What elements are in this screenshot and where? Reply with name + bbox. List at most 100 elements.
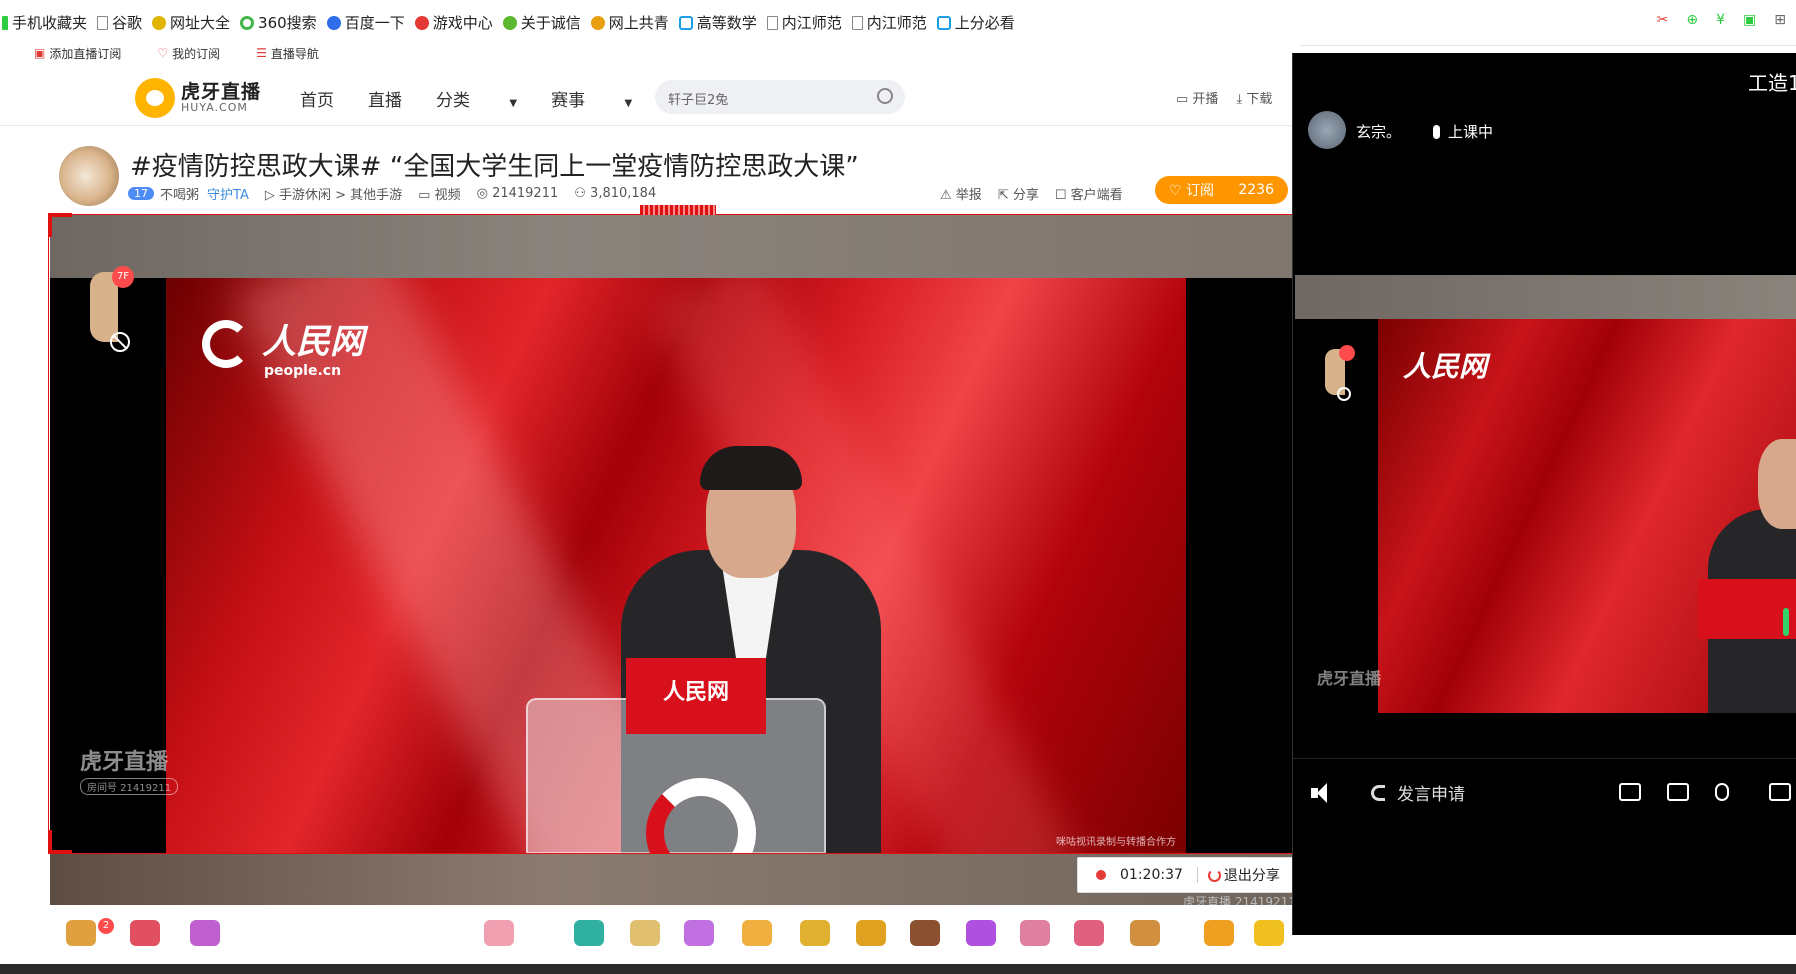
chevron-down-icon: ▼	[624, 98, 633, 109]
gift-item-icon[interactable]	[630, 920, 660, 946]
room-meta: 17 不喝粥 守护TA ▷ 手游休闲 > 其他手游 ▭ 视频 ◎ 2141921…	[128, 184, 656, 203]
heart-icon: ♡	[1169, 183, 1182, 199]
client-watch-button[interactable]: ☐ 客户端看	[1055, 184, 1123, 203]
report-button[interactable]: ⚠ 举报	[940, 184, 982, 203]
extension-icon[interactable]: ⊕	[1686, 12, 1698, 28]
phone-icon	[1371, 784, 1385, 801]
bookmark-google[interactable]: 谷歌	[97, 12, 142, 33]
leaf-icon	[502, 15, 517, 30]
add-subscription-button[interactable]: ▣ 添加直播订阅	[34, 45, 121, 62]
bookmark-math[interactable]: 高等数学	[678, 12, 757, 33]
tv-icon	[678, 15, 693, 30]
bookmark-game[interactable]: 游戏中心	[414, 12, 493, 33]
video-link[interactable]: ▭ 视频	[418, 184, 460, 203]
nav-home[interactable]: 首页	[300, 86, 334, 111]
bookmark-integrity[interactable]: 关于诚信	[502, 12, 581, 33]
bookmark-neijiang-1[interactable]: 内江师范	[766, 12, 842, 33]
guard-link[interactable]: 守护TA	[207, 184, 249, 203]
crown-icon[interactable]	[1254, 920, 1284, 946]
bookmark-sites[interactable]: 网址大全	[152, 12, 230, 33]
treasure-chest-icon[interactable]	[66, 920, 96, 946]
nav-category[interactable]: 分类 ▼	[436, 86, 517, 111]
bookmark-youth[interactable]: 网上共青	[590, 12, 669, 33]
screen: { "bookmarks": [ {"label": "手机收藏夹", "ico…	[0, 0, 1796, 974]
bookmark-baidu[interactable]: 百度一下	[326, 12, 405, 33]
open-live-button[interactable]: ▭ 开播	[1176, 88, 1218, 107]
level-badge: 17	[128, 187, 154, 200]
subscribe-button[interactable]: ♡ 订阅 2236	[1155, 176, 1288, 204]
gift-count-badge: 2	[98, 918, 114, 934]
gift-item-icon[interactable]	[1130, 920, 1160, 946]
huya-logo[interactable]: 虎牙直播 HUYA.COM	[135, 78, 261, 118]
panel-video-blur	[1295, 275, 1796, 319]
host-name[interactable]: 不喝粥	[160, 184, 199, 203]
category-link[interactable]: ▷ 手游休闲 > 其他手游	[265, 184, 402, 203]
tv-icon	[936, 15, 951, 30]
scissors-icon[interactable]: ✂	[1657, 12, 1669, 28]
gift-item-icon[interactable]	[910, 920, 940, 946]
nav-events[interactable]: 赛事 ▼	[551, 86, 632, 111]
bookmark-360[interactable]: 360搜索	[240, 12, 317, 33]
gamepad-icon[interactable]: ▣	[1743, 12, 1756, 28]
gift-item-icon[interactable]	[856, 920, 886, 946]
selection-drag-handle[interactable]	[640, 205, 716, 215]
gift-item-icon[interactable]	[1074, 920, 1104, 946]
search-360-icon	[240, 15, 255, 30]
panel-video[interactable]: 人民网 虎牙直播	[1295, 319, 1796, 713]
panel-watermark: 虎牙直播	[1317, 669, 1382, 688]
mobile-icon	[2, 15, 8, 30]
chevron-down-icon: ▼	[509, 98, 518, 109]
gift-item-icon[interactable]	[800, 920, 830, 946]
doc-icon	[766, 15, 778, 30]
room-actions: ⚠ 举报 ⇱ 分享 ☐ 客户端看	[940, 184, 1123, 203]
gift-item-icon[interactable]	[742, 920, 772, 946]
share-button[interactable]: ⇱ 分享	[998, 184, 1039, 203]
gift-item-icon[interactable]	[966, 920, 996, 946]
mic-off-icon[interactable]	[1715, 783, 1729, 801]
selection-corner-tl[interactable]	[48, 213, 72, 237]
bookmark-rank[interactable]: 上分必看	[936, 12, 1015, 33]
gift-bar	[50, 905, 1304, 947]
sites-icon	[152, 15, 167, 30]
volume-icon[interactable]	[1311, 783, 1331, 803]
screen-share-icon[interactable]	[1667, 783, 1689, 801]
exit-share-button[interactable]: 退出分享	[1207, 865, 1280, 885]
download-button[interactable]: ⤓ 下载	[1236, 88, 1272, 107]
block-icon	[1337, 387, 1351, 401]
live-nav-button[interactable]: ☰ 直播导航	[256, 45, 319, 62]
room-title: #疫情防控思政大课# “全国大学生同上一堂疫情防控思政大课”	[130, 152, 859, 182]
search-input[interactable]: 轩子巨2兔	[655, 80, 905, 114]
search-icon[interactable]	[877, 88, 893, 104]
gift-bag-icon[interactable]	[130, 920, 160, 946]
camera-off-icon[interactable]	[1619, 783, 1641, 801]
browser-tray: ✂ ⊕ ¥ ▣ ⊞	[1657, 12, 1786, 28]
selection-corner-bl[interactable]	[48, 830, 72, 854]
recording-timer: 01:20:37	[1120, 867, 1183, 883]
bookmark-neijiang-2[interactable]: 内江师范	[851, 12, 927, 33]
gift-item-icon[interactable]	[684, 920, 714, 946]
wallet-icon[interactable]: ¥	[1716, 12, 1725, 28]
heart-icon: ♡	[157, 46, 169, 60]
bookmark-mobile[interactable]: 手机收藏夹	[2, 12, 87, 33]
tiger-icon	[135, 78, 175, 118]
gift-box-icon[interactable]	[190, 920, 220, 946]
edit-icon[interactable]	[1769, 783, 1791, 801]
teacher-name: 玄宗。	[1356, 123, 1402, 141]
apps-icon[interactable]: ⊞	[1774, 12, 1786, 28]
header-actions: ▭ 开播 ⤓ 下载	[1176, 88, 1272, 107]
taskbar	[0, 964, 1796, 974]
gift-item-icon[interactable]	[1020, 920, 1050, 946]
share-selection-frame	[48, 214, 1304, 854]
gift-item-icon[interactable]	[484, 920, 514, 946]
site-header: 虎牙直播 HUYA.COM 首页 直播 分类 ▼ 赛事 ▼ 视频 ▼ 轩子巨2兔…	[0, 66, 1300, 126]
nav-live[interactable]: 直播	[368, 86, 402, 111]
gift-item-icon[interactable]	[1204, 920, 1234, 946]
my-subscription-button[interactable]: ♡ 我的订阅	[157, 45, 220, 62]
recording-dot-icon	[1096, 870, 1106, 880]
host-avatar[interactable]	[59, 146, 119, 206]
room-id: ◎ 21419211	[476, 186, 559, 201]
speak-request-button[interactable]: 发言申请	[1371, 780, 1465, 805]
share-recording-bar: 01:20:37 退出分享	[1077, 857, 1303, 893]
viewer-count: ⚇ 3,810,184	[574, 186, 657, 201]
gift-item-icon[interactable]	[574, 920, 604, 946]
